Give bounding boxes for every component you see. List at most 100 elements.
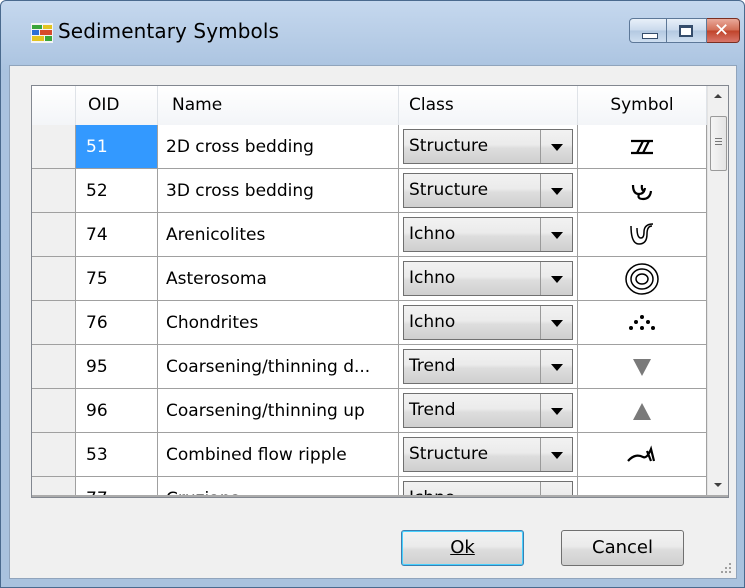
- resize-grip-icon[interactable]: [720, 562, 732, 574]
- row-header[interactable]: [32, 433, 76, 477]
- class-dropdown[interactable]: Ichno: [403, 261, 573, 296]
- dropdown-button[interactable]: [540, 306, 572, 339]
- symbol-cell[interactable]: [578, 345, 707, 389]
- maximize-button[interactable]: [667, 18, 707, 43]
- symbols-grid[interactable]: OID Name Class Symbol 51 2D cross bedding…: [31, 85, 729, 498]
- triangle-up-symbol-icon: [578, 389, 706, 432]
- row-header[interactable]: [32, 389, 76, 433]
- row-header-corner: [32, 86, 76, 125]
- oid-cell[interactable]: 75: [76, 257, 158, 301]
- row-header[interactable]: [32, 301, 76, 345]
- name-cell[interactable]: Asterosoma: [158, 257, 399, 301]
- name-cell[interactable]: Cruziana: [158, 477, 399, 495]
- table-row[interactable]: 75 Asterosoma Ichno: [32, 257, 707, 301]
- scroll-down-arrow-icon[interactable]: [708, 475, 728, 495]
- class-dropdown[interactable]: Ichno: [403, 217, 573, 252]
- dropdown-button[interactable]: [540, 218, 572, 251]
- table-row[interactable]: 51 2D cross bedding Structure: [32, 125, 707, 169]
- table-row[interactable]: 77Cruziana Ichno: [32, 477, 707, 495]
- chevron-down-icon: [551, 320, 563, 327]
- class-cell: Structure: [399, 433, 578, 477]
- class-dropdown[interactable]: Structure: [403, 437, 573, 472]
- table-row[interactable]: 74 Arenicolites Ichno: [32, 213, 707, 257]
- symbol-cell[interactable]: [578, 257, 707, 301]
- symbol-cell[interactable]: [578, 213, 707, 257]
- name-cell[interactable]: 2D cross bedding: [158, 125, 399, 169]
- table-row[interactable]: 53 Combined flow ripple Structure: [32, 433, 707, 477]
- row-header[interactable]: [32, 213, 76, 257]
- name-cell[interactable]: 3D cross bedding: [158, 169, 399, 213]
- oid-cell[interactable]: 74: [76, 213, 158, 257]
- minimize-icon: [642, 33, 658, 39]
- dropdown-button[interactable]: [540, 262, 572, 295]
- name-cell[interactable]: Coarsening/thinning d...: [158, 345, 399, 389]
- maximize-icon: [679, 25, 693, 37]
- chevron-down-icon: [551, 232, 563, 239]
- row-header[interactable]: [32, 477, 76, 495]
- dropdown-button[interactable]: [540, 350, 572, 383]
- row-header[interactable]: [32, 345, 76, 389]
- dropdown-button[interactable]: [540, 482, 572, 495]
- oid-cell[interactable]: 77: [76, 477, 158, 495]
- row-header[interactable]: [32, 257, 76, 301]
- class-cell: Trend: [399, 345, 578, 389]
- symbol-cell[interactable]: [578, 301, 707, 345]
- column-header-oid[interactable]: OID: [76, 86, 158, 125]
- oid-cell[interactable]: 53: [76, 433, 158, 477]
- app-icon: [31, 23, 53, 43]
- symbol-cell[interactable]: [578, 433, 707, 477]
- class-dropdown[interactable]: Structure: [403, 173, 573, 208]
- column-header-symbol[interactable]: Symbol: [578, 86, 707, 125]
- table-row[interactable]: 76 Chondrites Ichno: [32, 301, 707, 345]
- grid-viewport: OID Name Class Symbol 51 2D cross bedding…: [32, 86, 707, 495]
- chevron-down-icon: [551, 452, 563, 459]
- table-row[interactable]: 95 Coarsening/thinning d... Trend: [32, 345, 707, 389]
- title-bar[interactable]: Sedimentary Symbols ✕: [1, 1, 744, 65]
- table-row[interactable]: 96 Coarsening/thinning up Trend: [32, 389, 707, 433]
- class-dropdown[interactable]: Trend: [403, 349, 573, 384]
- chevron-down-icon: [551, 364, 563, 371]
- class-dropdown[interactable]: Structure: [403, 129, 573, 164]
- symbol-cell[interactable]: [578, 389, 707, 433]
- row-header[interactable]: [32, 169, 76, 213]
- table-row[interactable]: 52 3D cross bedding Structure: [32, 169, 707, 213]
- class-dropdown[interactable]: Trend: [403, 393, 573, 428]
- close-button[interactable]: ✕: [707, 18, 740, 43]
- scroll-up-arrow-icon[interactable]: [708, 86, 728, 106]
- name-cell[interactable]: Chondrites: [158, 301, 399, 345]
- dropdown-button[interactable]: [540, 438, 572, 471]
- chondrites-symbol-icon: [578, 301, 706, 344]
- ok-button-label: Ok: [450, 537, 475, 558]
- vertical-scrollbar[interactable]: [707, 86, 728, 495]
- minimize-button[interactable]: [629, 18, 667, 43]
- class-cell: Ichno: [399, 257, 578, 301]
- triangle-down-symbol-icon: [578, 345, 706, 388]
- name-cell[interactable]: Coarsening/thinning up: [158, 389, 399, 433]
- dialog-window: Sedimentary Symbols ✕ OID Name Class Sym…: [0, 0, 745, 588]
- row-header[interactable]: [32, 125, 76, 169]
- chevron-down-icon: [551, 188, 563, 195]
- column-header-name[interactable]: Name: [158, 86, 399, 125]
- symbol-cell[interactable]: [578, 125, 707, 169]
- oid-cell[interactable]: 95: [76, 345, 158, 389]
- class-dropdown[interactable]: Ichno: [403, 481, 573, 495]
- class-cell: Ichno: [399, 477, 578, 495]
- dropdown-button[interactable]: [540, 174, 572, 207]
- ok-button[interactable]: Ok: [401, 530, 524, 566]
- cancel-button[interactable]: Cancel: [561, 530, 684, 566]
- class-dropdown[interactable]: Ichno: [403, 305, 573, 340]
- symbol-cell[interactable]: [578, 477, 707, 495]
- dropdown-button[interactable]: [540, 394, 572, 427]
- chevron-down-icon: [551, 276, 563, 283]
- dropdown-button[interactable]: [540, 130, 572, 163]
- oid-cell[interactable]: 52: [76, 169, 158, 213]
- symbol-cell[interactable]: [578, 169, 707, 213]
- oid-cell[interactable]: 76: [76, 301, 158, 345]
- partial-symbol-icon: [578, 477, 706, 495]
- name-cell[interactable]: Arenicolites: [158, 213, 399, 257]
- oid-cell[interactable]: 51: [76, 125, 158, 169]
- column-header-class[interactable]: Class: [399, 86, 578, 125]
- oid-cell[interactable]: 96: [76, 389, 158, 433]
- scroll-thumb[interactable]: [710, 116, 727, 171]
- name-cell[interactable]: Combined flow ripple: [158, 433, 399, 477]
